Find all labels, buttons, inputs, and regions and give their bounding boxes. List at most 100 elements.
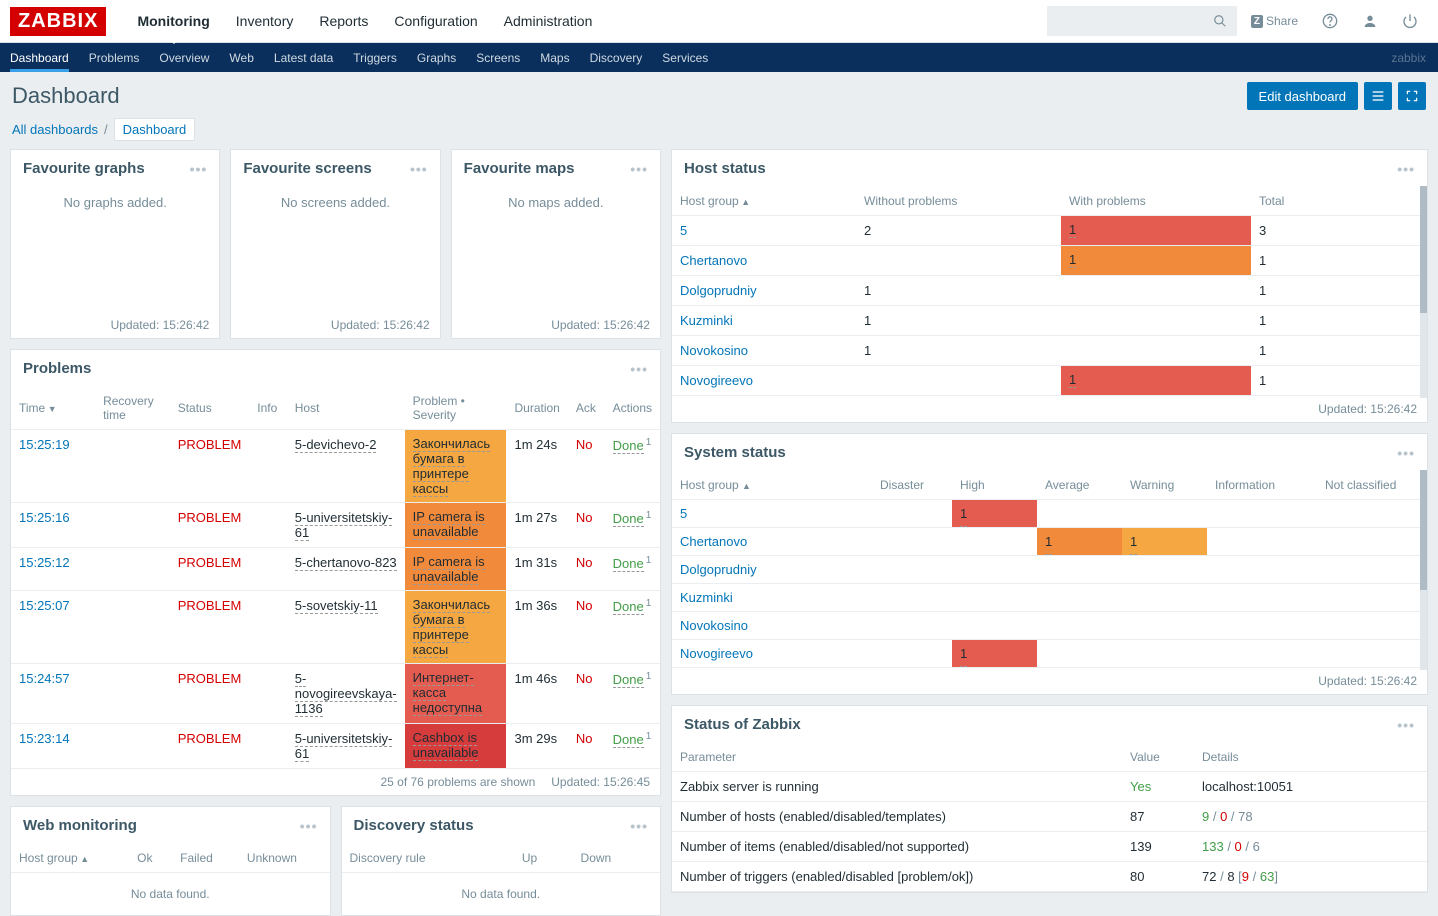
ss-col[interactable]: Not classified: [1317, 471, 1427, 500]
hostgroup-link[interactable]: Novokosino: [680, 618, 748, 633]
hs-col-group[interactable]: Host group: [672, 187, 856, 216]
hostgroup-link[interactable]: 5: [680, 223, 687, 238]
disc-col-down[interactable]: Down: [573, 844, 660, 873]
problem-time[interactable]: 15:25:16: [19, 510, 70, 525]
host-link[interactable]: 5-devichevo-2: [295, 437, 377, 453]
widget-menu-icon[interactable]: •••: [1397, 161, 1415, 177]
menu-button[interactable]: [1364, 82, 1392, 110]
col-actions[interactable]: Actions: [605, 387, 660, 430]
hostgroup-link[interactable]: Kuzminki: [680, 590, 733, 605]
hs-col-without[interactable]: Without problems: [856, 187, 1061, 216]
zs-col-param[interactable]: Parameter: [672, 743, 1122, 772]
widget-menu-icon[interactable]: •••: [410, 161, 428, 177]
topnav-inventory[interactable]: Inventory: [223, 1, 307, 41]
subnav-discovery[interactable]: Discovery: [580, 44, 653, 72]
col-host[interactable]: Host: [287, 387, 405, 430]
fullscreen-button[interactable]: [1398, 82, 1426, 110]
widget-menu-icon[interactable]: •••: [1397, 445, 1415, 461]
problem-link[interactable]: Интернет-касса недоступна: [413, 670, 483, 716]
subnav-web[interactable]: Web: [219, 44, 263, 72]
subnav-dashboard[interactable]: Dashboard: [0, 44, 79, 72]
problem-link[interactable]: IP camera is unavailable: [413, 554, 485, 585]
host-link[interactable]: 5-novogireevskaya-1136: [295, 671, 397, 717]
subnav-latest-data[interactable]: Latest data: [264, 44, 343, 72]
ss-col[interactable]: Host group ▲: [672, 471, 872, 500]
problem-time[interactable]: 15:23:14: [19, 731, 70, 746]
topnav-monitoring[interactable]: Monitoring: [124, 1, 222, 41]
col-time[interactable]: Time: [11, 387, 78, 430]
ss-col[interactable]: Warning: [1122, 471, 1207, 500]
logo[interactable]: ZABBIX: [10, 7, 106, 36]
with-problems-link[interactable]: 1: [1069, 372, 1076, 388]
widget-menu-icon[interactable]: •••: [630, 161, 648, 177]
action-link[interactable]: Done: [613, 556, 644, 572]
ss-col[interactable]: Information: [1207, 471, 1317, 500]
problem-time[interactable]: 15:25:07: [19, 598, 70, 613]
web-col-failed[interactable]: Failed: [172, 844, 239, 873]
problem-link[interactable]: Закончилась бумага в принтере кассы: [413, 597, 490, 658]
col-recovery[interactable]: Recovery time: [95, 387, 170, 430]
hs-col-total[interactable]: Total: [1251, 187, 1427, 216]
ack-link[interactable]: No: [576, 598, 593, 613]
ss-col[interactable]: Average: [1037, 471, 1122, 500]
ack-link[interactable]: No: [576, 671, 593, 686]
share-button[interactable]: ZShare: [1241, 8, 1308, 34]
zs-col-value[interactable]: Value: [1122, 743, 1194, 772]
col-status[interactable]: Status: [170, 387, 250, 430]
widget-menu-icon[interactable]: •••: [300, 818, 318, 834]
subnav-problems[interactable]: Problems: [79, 44, 150, 72]
problem-time[interactable]: 15:25:19: [19, 437, 70, 452]
widget-menu-icon[interactable]: •••: [630, 361, 648, 377]
ack-link[interactable]: No: [576, 731, 593, 746]
scrollbar[interactable]: [1420, 470, 1427, 670]
search-input[interactable]: [1047, 6, 1237, 36]
user-icon[interactable]: [1352, 7, 1388, 35]
problem-link[interactable]: Cashbox is unavailable: [413, 730, 479, 761]
problem-link[interactable]: Закончилась бумага в принтере кассы: [413, 436, 490, 497]
help-icon[interactable]: [1312, 7, 1348, 35]
ss-col[interactable]: Disaster: [872, 471, 952, 500]
hostgroup-link[interactable]: Novokosino: [680, 343, 748, 358]
host-link[interactable]: 5-universitetskiy-61: [295, 731, 393, 762]
widget-menu-icon[interactable]: •••: [630, 818, 648, 834]
ss-count[interactable]: 1: [1045, 529, 1052, 555]
ss-count[interactable]: 1: [960, 641, 967, 667]
subnav-maps[interactable]: Maps: [530, 44, 579, 72]
hostgroup-link[interactable]: Novogireevo: [680, 646, 753, 661]
col-info[interactable]: Info: [249, 387, 286, 430]
col-problem[interactable]: Problem • Severity: [405, 387, 507, 430]
ack-link[interactable]: No: [576, 437, 593, 452]
hostgroup-link[interactable]: Dolgoprudniy: [680, 283, 757, 298]
hostgroup-link[interactable]: Chertanovo: [680, 253, 747, 268]
with-problems-link[interactable]: 1: [1069, 222, 1076, 238]
action-link[interactable]: Done: [613, 672, 644, 688]
action-link[interactable]: Done: [613, 599, 644, 615]
subnav-graphs[interactable]: Graphs: [407, 44, 466, 72]
breadcrumb-all[interactable]: All dashboards: [12, 122, 98, 137]
hostgroup-link[interactable]: Kuzminki: [680, 313, 733, 328]
action-link[interactable]: Done: [613, 732, 644, 748]
host-link[interactable]: 5-chertanovo-823: [295, 555, 397, 571]
scrollbar[interactable]: [1420, 186, 1427, 398]
action-link[interactable]: Done: [613, 438, 644, 454]
topnav-reports[interactable]: Reports: [306, 1, 381, 41]
ack-link[interactable]: No: [576, 555, 593, 570]
hs-col-with[interactable]: With problems: [1061, 187, 1251, 216]
ss-col[interactable]: High: [952, 471, 1037, 500]
widget-menu-icon[interactable]: •••: [190, 161, 208, 177]
hostgroup-link[interactable]: Novogireevo: [680, 373, 753, 388]
widget-menu-icon[interactable]: •••: [1397, 717, 1415, 733]
ss-count[interactable]: 1: [1130, 529, 1137, 555]
zs-col-details[interactable]: Details: [1194, 743, 1427, 772]
web-col-unknown[interactable]: Unknown: [239, 844, 330, 873]
subnav-services[interactable]: Services: [652, 44, 718, 72]
host-link[interactable]: 5-universitetskiy-61: [295, 510, 393, 541]
web-col-hostgroup[interactable]: Host group: [11, 844, 129, 873]
host-link[interactable]: 5-sovetskiy-11: [295, 598, 378, 614]
subnav-overview[interactable]: Overview: [149, 44, 219, 72]
ss-count[interactable]: 1: [960, 501, 967, 527]
hostgroup-link[interactable]: Dolgoprudniy: [680, 562, 757, 577]
with-problems-link[interactable]: 1: [1069, 252, 1076, 268]
hostgroup-link[interactable]: Chertanovo: [680, 534, 747, 549]
subnav-triggers[interactable]: Triggers: [343, 44, 407, 72]
